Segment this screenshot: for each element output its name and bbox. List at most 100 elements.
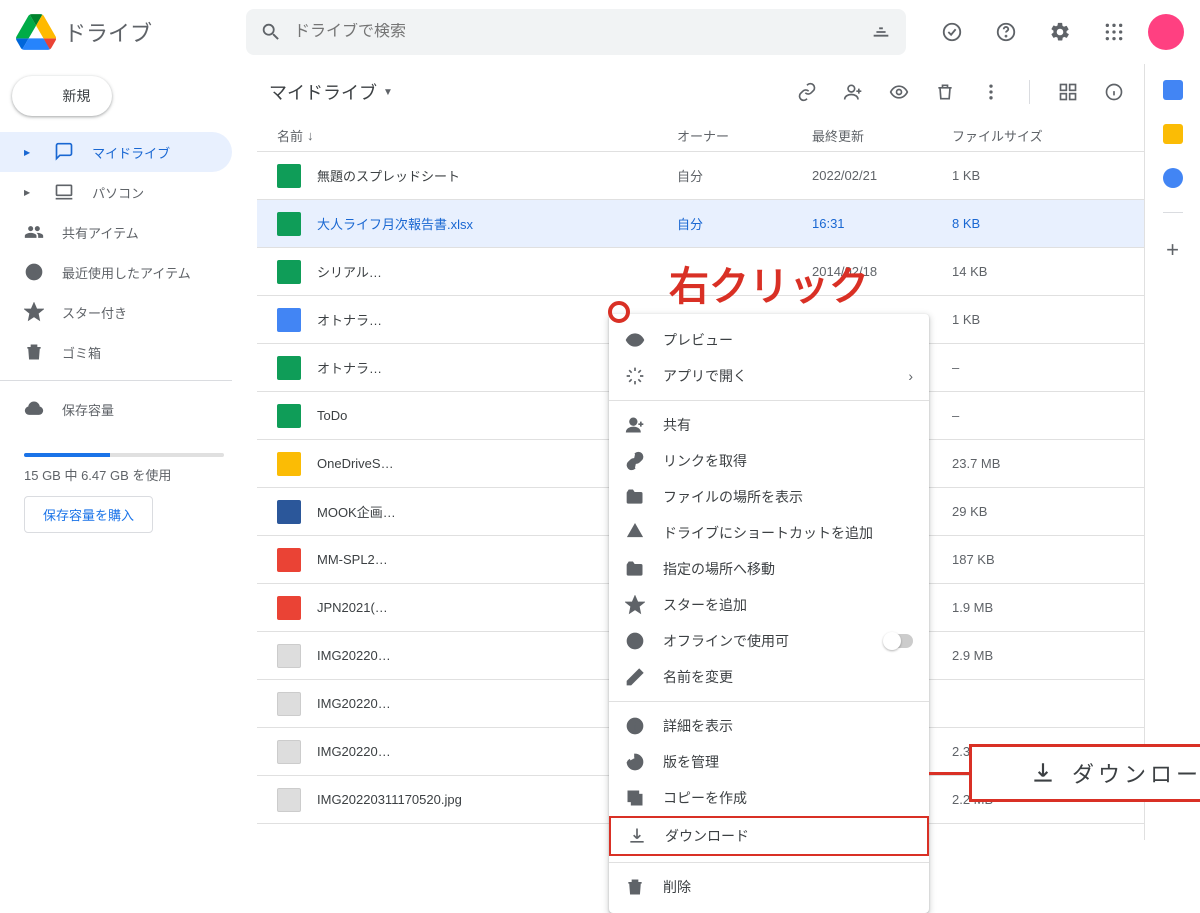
ctx-details[interactable]: 詳細を表示 <box>609 708 929 744</box>
breadcrumb-mydrive[interactable]: マイドライブ ▼ <box>269 79 393 105</box>
ctx-star[interactable]: スターを追加 <box>609 587 929 623</box>
file-owner: 自分 <box>677 166 812 185</box>
new-button-label: 新規 <box>62 86 90 106</box>
ctx-copy[interactable]: コピーを作成 <box>609 780 929 816</box>
dropdown-icon: ▼ <box>383 87 393 98</box>
annotation-rightclick: 右クリック <box>669 254 869 312</box>
storage-text: 15 GB 中 6.47 GB を使用 <box>24 465 224 484</box>
file-owner: 自分 <box>677 214 812 233</box>
help-icon[interactable] <box>986 12 1026 52</box>
file-type-icon <box>277 260 301 284</box>
nav-storage[interactable]: 保存容量 <box>0 389 232 429</box>
file-type-icon <box>277 164 301 188</box>
annotation-download-callout: ダウンロード <box>969 744 1200 802</box>
file-type-icon <box>277 548 301 572</box>
download-icon <box>1030 760 1056 786</box>
file-name: 大人ライフ月次報告書.xlsx <box>317 214 677 233</box>
search-input[interactable] <box>294 23 858 41</box>
file-type-icon <box>277 692 301 716</box>
ctx-getlink[interactable]: リンクを取得 <box>609 443 929 479</box>
account-avatar[interactable] <box>1148 14 1184 50</box>
side-panel: + <box>1144 64 1200 840</box>
file-type-icon <box>277 596 301 620</box>
file-type-icon <box>277 308 301 332</box>
nav-trash[interactable]: ゴミ箱 <box>0 332 232 372</box>
file-type-icon <box>277 644 301 668</box>
drive-logo-icon <box>16 12 56 52</box>
ctx-delete[interactable]: 削除 <box>609 869 929 905</box>
offline-toggle[interactable] <box>885 634 913 648</box>
ctx-moveto[interactable]: 指定の場所へ移動 <box>609 551 929 587</box>
file-size: 2.9 MB <box>952 648 1124 663</box>
file-size: 1 KB <box>952 168 1124 183</box>
file-size: – <box>952 408 1124 423</box>
apps-icon[interactable] <box>1094 12 1134 52</box>
storage-bar <box>24 453 224 457</box>
ctx-shortcut[interactable]: ドライブにショートカットを追加 <box>609 515 929 551</box>
file-type-icon <box>277 788 301 812</box>
file-type-icon <box>277 212 301 236</box>
trash-icon[interactable] <box>927 74 963 110</box>
context-menu: プレビュー アプリで開く› 共有 リンクを取得 ファイルの場所を表示 ドライブに… <box>609 314 929 913</box>
ctx-download[interactable]: ダウンロード <box>609 816 929 856</box>
share-person-icon[interactable] <box>835 74 871 110</box>
file-type-icon <box>277 500 301 524</box>
ctx-rename[interactable]: 名前を変更 <box>609 659 929 695</box>
file-size: 1 KB <box>952 312 1124 327</box>
nav-computers[interactable]: ▶ パソコン <box>0 172 232 212</box>
ctx-showloc[interactable]: ファイルの場所を表示 <box>609 479 929 515</box>
col-size[interactable]: ファイルサイズ <box>952 126 1124 145</box>
chevron-right-icon: › <box>908 368 913 384</box>
file-name: シリアル… <box>317 262 677 281</box>
file-size: 187 KB <box>952 552 1124 567</box>
nav-shared[interactable]: 共有アイテム <box>0 212 232 252</box>
tasks-icon[interactable] <box>1163 168 1183 188</box>
app-name: ドライブ <box>64 16 152 48</box>
file-type-icon <box>277 404 301 428</box>
expand-icon[interactable]: ▶ <box>24 188 30 197</box>
ctx-preview[interactable]: プレビュー <box>609 322 929 358</box>
annotation-line <box>929 772 969 775</box>
nav-recent[interactable]: 最近使用したアイテム <box>0 252 232 292</box>
grid-view-icon[interactable] <box>1050 74 1086 110</box>
ctx-share[interactable]: 共有 <box>609 407 929 443</box>
logo[interactable]: ドライブ <box>16 12 246 52</box>
more-icon[interactable] <box>973 74 1009 110</box>
col-name[interactable]: 名前 <box>277 126 303 145</box>
file-row[interactable]: 無題のスプレッドシート 自分 2022/02/21 1 KB <box>257 152 1144 200</box>
file-size: 29 KB <box>952 504 1124 519</box>
nav-starred[interactable]: スター付き <box>0 292 232 332</box>
annotation-circle <box>608 301 630 323</box>
ctx-offline[interactable]: オフラインで使用可 <box>609 623 929 659</box>
search-bar[interactable] <box>246 9 906 55</box>
filter-icon[interactable] <box>870 21 892 43</box>
buy-storage-button[interactable]: 保存容量を購入 <box>24 496 153 533</box>
ctx-versions[interactable]: 版を管理 <box>609 744 929 780</box>
new-button[interactable]: + 新規 <box>12 76 112 116</box>
search-icon <box>260 21 282 43</box>
expand-icon[interactable]: ▶ <box>24 148 30 157</box>
file-name: 無題のスプレッドシート <box>317 166 677 185</box>
info-icon[interactable] <box>1096 74 1132 110</box>
col-modified[interactable]: 最終更新 <box>812 126 952 145</box>
ready-offline-icon[interactable] <box>932 12 972 52</box>
file-size: – <box>952 360 1124 375</box>
preview-icon[interactable] <box>881 74 917 110</box>
nav-mydrive[interactable]: ▶ マイドライブ <box>0 132 232 172</box>
file-date: 2022/02/21 <box>812 168 952 183</box>
sort-down-icon[interactable]: ↓ <box>307 128 314 143</box>
col-owner[interactable]: オーナー <box>677 126 812 145</box>
file-size: 8 KB <box>952 216 1124 231</box>
sidebar: + 新規 ▶ マイドライブ ▶ パソコン 共有アイテム 最近使用したアイテム ス… <box>0 64 248 840</box>
file-size: 1.9 MB <box>952 600 1124 615</box>
settings-icon[interactable] <box>1040 12 1080 52</box>
calendar-icon[interactable] <box>1163 80 1183 100</box>
ctx-openwith[interactable]: アプリで開く› <box>609 358 929 394</box>
file-row[interactable]: 大人ライフ月次報告書.xlsx 自分 16:31 8 KB <box>257 200 1144 248</box>
share-link-icon[interactable] <box>789 74 825 110</box>
file-type-icon <box>277 356 301 380</box>
add-addon-icon[interactable]: + <box>1166 237 1179 263</box>
keep-icon[interactable] <box>1163 124 1183 144</box>
main-content: マイドライブ ▼ 名前 ↓ オーナー 最終更新 ファイルサイズ 無題のスプレッド… <box>248 64 1144 840</box>
file-type-icon <box>277 452 301 476</box>
